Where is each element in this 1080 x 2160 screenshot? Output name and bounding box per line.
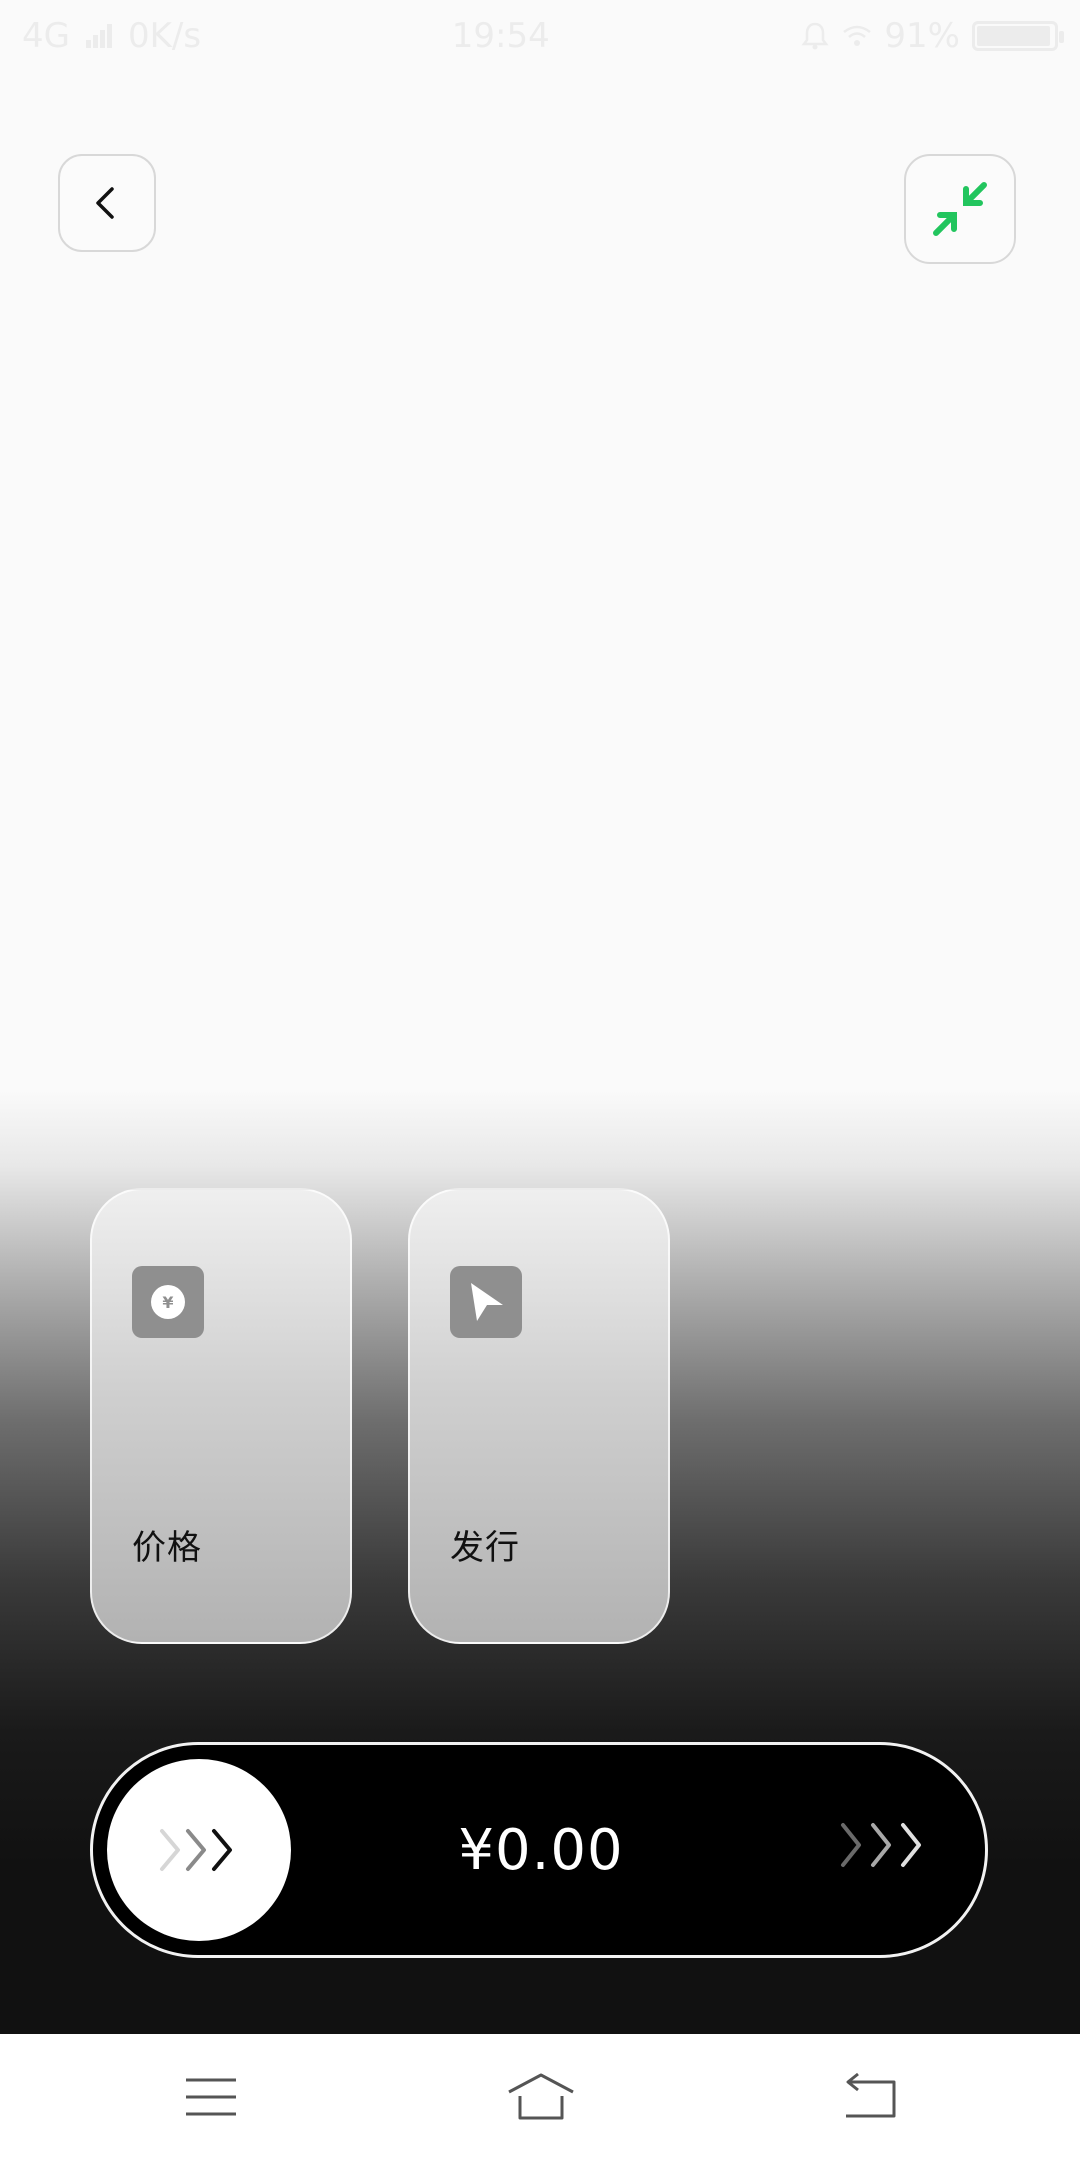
cursor-arrow-icon	[471, 1283, 503, 1321]
network-type: 4G	[22, 16, 70, 56]
signal-icon	[85, 24, 112, 48]
price-card[interactable]: ¥ 价格	[90, 1188, 352, 1644]
issue-card[interactable]: 发行	[408, 1188, 670, 1644]
status-right: 91%	[800, 16, 1064, 56]
triple-chevron-icon	[160, 1829, 232, 1871]
pay-slider[interactable]: ¥0.00	[90, 1742, 988, 1958]
slider-handle[interactable]	[107, 1759, 291, 1941]
bell-icon	[801, 22, 829, 50]
chevron-left-icon	[96, 187, 114, 219]
slide-hint-chevrons-icon	[841, 1823, 921, 1867]
system-nav-bar	[0, 2034, 1080, 2160]
status-left: 4G 0K/s	[22, 16, 201, 56]
home-icon[interactable]	[506, 2072, 576, 2122]
minimize-button[interactable]	[904, 154, 1016, 264]
coin-symbol: ¥	[151, 1285, 185, 1319]
status-bar: 4G 0K/s 19:54 91%	[0, 0, 1080, 72]
yuan-coin-icon: ¥	[132, 1266, 204, 1338]
send-arrow-icon	[450, 1266, 522, 1338]
issue-card-label: 发行	[450, 1528, 520, 1568]
price-card-label: 价格	[132, 1528, 202, 1568]
back-button[interactable]	[58, 154, 156, 252]
status-time: 19:54	[451, 16, 550, 56]
battery-fill	[977, 26, 1050, 46]
minimize-arrows-icon	[933, 182, 987, 236]
network-speed: 0K/s	[127, 16, 202, 56]
battery-percent: 91%	[884, 16, 960, 56]
menu-icon[interactable]	[184, 2072, 238, 2122]
return-icon[interactable]	[842, 2072, 898, 2122]
battery-icon	[972, 21, 1064, 51]
wifi-icon	[843, 25, 872, 46]
